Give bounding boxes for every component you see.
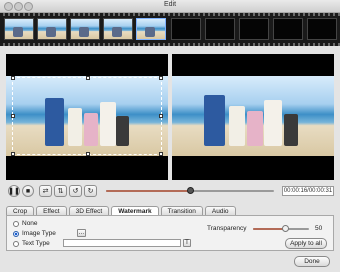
crop-handle[interactable] <box>11 152 15 156</box>
clip-filmstrip <box>0 13 340 46</box>
rotate-left-button[interactable]: ↺ <box>69 185 82 197</box>
watermark-text-option[interactable]: Text Type <box>13 240 50 247</box>
watermark-image-label: Image Type <box>22 230 56 237</box>
rotate-right-button[interactable]: ↻ <box>84 185 97 197</box>
stop-button[interactable]: ■ <box>22 185 34 197</box>
empty-clip-slot[interactable] <box>205 18 235 40</box>
empty-clip-slot[interactable] <box>171 18 201 40</box>
crop-handle[interactable] <box>159 76 163 80</box>
title-bar: Edit <box>0 0 340 13</box>
empty-clip-slot[interactable] <box>307 18 337 40</box>
clip-thumbnail[interactable] <box>4 18 34 40</box>
rotate-right-icon: ↻ <box>87 188 94 195</box>
done-button[interactable]: Done <box>294 256 330 267</box>
crop-selection-box[interactable] <box>11 76 163 156</box>
watermark-text-input[interactable] <box>63 239 181 247</box>
watermark-panel: None Image Type ... Text Type T Transpar… <box>6 215 334 251</box>
output-preview <box>172 54 334 180</box>
crop-handle[interactable] <box>159 114 163 118</box>
play-pause-button[interactable]: ❚❚ <box>8 185 20 197</box>
film-perforation-top <box>0 13 340 16</box>
film-perforation-bottom <box>0 43 340 46</box>
clip-thumbnail[interactable] <box>70 18 100 40</box>
transparency-fill <box>253 228 285 230</box>
crop-handle[interactable] <box>11 114 15 118</box>
radio-image[interactable] <box>13 230 19 237</box>
font-button[interactable]: T <box>183 239 191 247</box>
source-preview[interactable] <box>6 54 168 180</box>
progress-knob[interactable] <box>187 187 194 194</box>
swap-button[interactable]: ⇄ <box>39 185 52 197</box>
output-video-frame <box>172 76 334 156</box>
progress-fill <box>106 190 190 192</box>
transparency-knob[interactable] <box>282 225 289 232</box>
rotate-left-icon: ↺ <box>72 188 79 195</box>
crop-handle[interactable] <box>86 152 90 156</box>
stop-icon: ■ <box>25 187 31 195</box>
play-pause-icon: ❚❚ <box>8 188 20 195</box>
flip-icon: ⇅ <box>57 188 64 195</box>
flip-button[interactable]: ⇅ <box>54 185 67 197</box>
time-display: 00:00:16/00:00:31 <box>282 186 334 196</box>
clip-thumbnail[interactable] <box>103 18 133 40</box>
clip-thumbnail[interactable] <box>136 18 166 40</box>
empty-clip-slot[interactable] <box>273 18 303 40</box>
radio-none[interactable] <box>13 220 19 227</box>
radio-text[interactable] <box>13 240 19 247</box>
edit-window: Edit ❚❚ ■ ⇄ ⇅ ↺ ↻ 00:00:16/00:00:31 Crop… <box>0 0 340 272</box>
crop-handle[interactable] <box>86 76 90 80</box>
watermark-none-option[interactable]: None <box>13 220 38 227</box>
window-title: Edit <box>163 1 177 8</box>
clip-thumbnail[interactable] <box>37 18 67 40</box>
crop-handle[interactable] <box>159 152 163 156</box>
image-browse-button[interactable]: ... <box>77 229 86 237</box>
apply-to-all-button[interactable]: Apply to all <box>285 238 327 249</box>
swap-icon: ⇄ <box>42 188 49 195</box>
transparency-value: 50 <box>315 225 323 232</box>
empty-clip-slot[interactable] <box>239 18 269 40</box>
watermark-text-label: Text Type <box>22 240 50 247</box>
watermark-none-label: None <box>22 220 38 227</box>
playback-controls: ❚❚ ■ ⇄ ⇅ ↺ ↻ 00:00:16/00:00:31 <box>0 182 340 200</box>
transparency-label: Transparency <box>207 225 247 232</box>
crop-handle[interactable] <box>11 76 15 80</box>
watermark-image-option[interactable]: Image Type <box>13 230 56 237</box>
